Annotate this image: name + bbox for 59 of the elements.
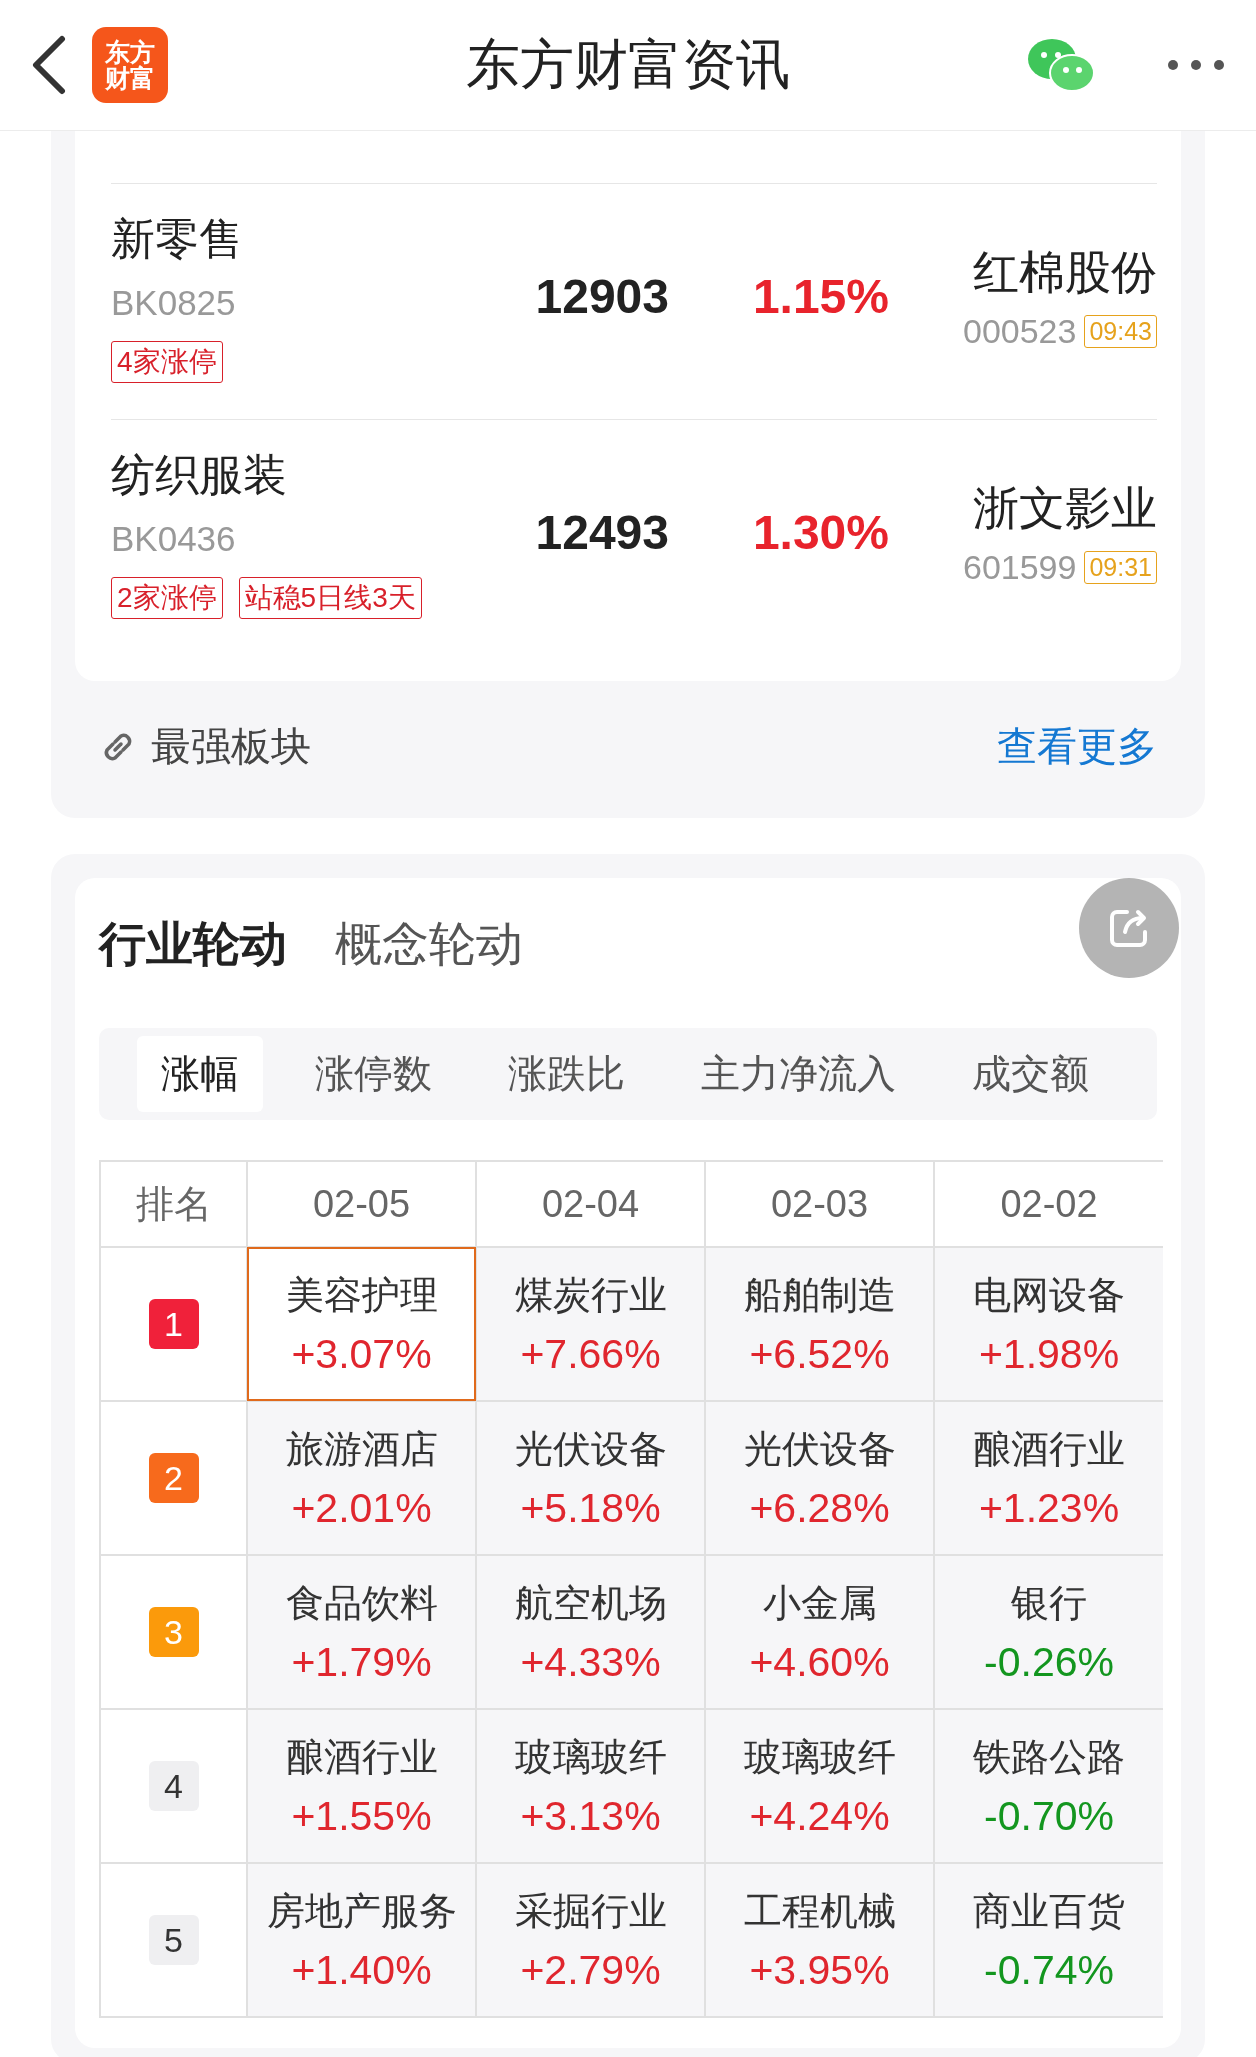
section-title: 最强板块 [151,723,311,770]
table-cell[interactable]: 小金属 +4.60% [705,1555,934,1709]
table-cell[interactable]: 房地产服务 +1.40% [247,1863,476,2017]
table-cell[interactable]: 煤炭行业 +7.66% [476,1247,705,1401]
rank-badge: 2 [148,1453,199,1503]
table-cell[interactable]: 船舶制造 +6.52% [705,1247,934,1401]
app-logo: 东方 财富 [92,27,168,103]
sector-tag: 4家涨停 [111,341,223,383]
metric-tab[interactable]: 涨跌比 [484,1036,649,1112]
stock-name: 浙文影业 [973,481,1157,536]
table-cell[interactable]: 光伏设备 +6.28% [705,1401,934,1555]
column-header: 02-05 [247,1161,476,1247]
stock-code: 000523 [962,312,1077,351]
sector-value: 12903 [534,269,669,324]
column-header: 排名 [100,1161,247,1247]
more-icon[interactable] [1166,58,1226,72]
sector-code: BK0436 [111,519,237,559]
stock-name: 红棉股份 [973,245,1157,300]
table-cell[interactable]: 采掘行业 +2.79% [476,1863,705,2017]
section-tab[interactable]: 行业轮动 [99,912,287,976]
table-cell[interactable]: 银行 -0.26% [934,1555,1163,1709]
table-cell[interactable]: 电网设备 +1.98% [934,1247,1163,1401]
rank-badge: 4 [148,1761,199,1811]
metric-tab[interactable]: 涨幅 [137,1036,263,1112]
column-header: 02-02 [934,1161,1163,1247]
sector-tag: 站稳5日线3天 [238,577,422,619]
page-title: 东方财富资讯 [466,33,790,94]
sector-value: 12493 [534,505,669,560]
table-cell[interactable]: 光伏设备 +5.18% [476,1401,705,1555]
sector-change: 1.15% [751,269,889,324]
table-cell[interactable]: 玻璃玻纤 +4.24% [705,1709,934,1863]
section-tab[interactable]: 概念轮动 [335,912,523,976]
table-cell[interactable]: 食品饮料 +1.79% [247,1555,476,1709]
table-cell[interactable]: 铁路公路 -0.70% [934,1709,1163,1863]
table-cell[interactable]: 商业百货 -0.74% [934,1863,1163,2017]
metric-tab[interactable]: 主力净流入 [677,1036,920,1112]
metric-tab[interactable]: 成交额 [948,1036,1113,1112]
rank-badge: 1 [148,1299,199,1349]
time-tag: 09:31 [1084,551,1157,584]
table-cell[interactable]: 玻璃玻纤 +3.13% [476,1709,705,1863]
sector-name: 纺织服装 [111,449,288,501]
table-cell[interactable]: 酿酒行业 +1.23% [934,1401,1163,1555]
metric-tab[interactable]: 涨停数 [291,1036,456,1112]
sector-change: 1.30% [751,505,889,560]
sector-code: BK0825 [111,283,237,323]
more-link[interactable]: 查看更多 [997,719,1157,774]
sector-name: 新零售 [111,213,244,265]
stock-code: 601599 [962,548,1077,587]
table-cell[interactable]: 工程机械 +3.95% [705,1863,934,2017]
table-cell[interactable]: 旅游酒店 +2.01% [247,1401,476,1555]
rank-badge: 3 [148,1607,199,1657]
time-tag: 09:43 [1084,315,1157,348]
rank-badge: 5 [148,1915,199,1965]
table-cell[interactable]: 航空机场 +4.33% [476,1555,705,1709]
table-cell[interactable]: 美容护理 +3.07% [247,1247,476,1401]
column-header: 02-04 [476,1161,705,1247]
table-cell[interactable]: 酿酒行业 +1.55% [247,1709,476,1863]
column-header: 02-03 [705,1161,934,1247]
sector-tag: 2家涨停 [111,577,223,619]
